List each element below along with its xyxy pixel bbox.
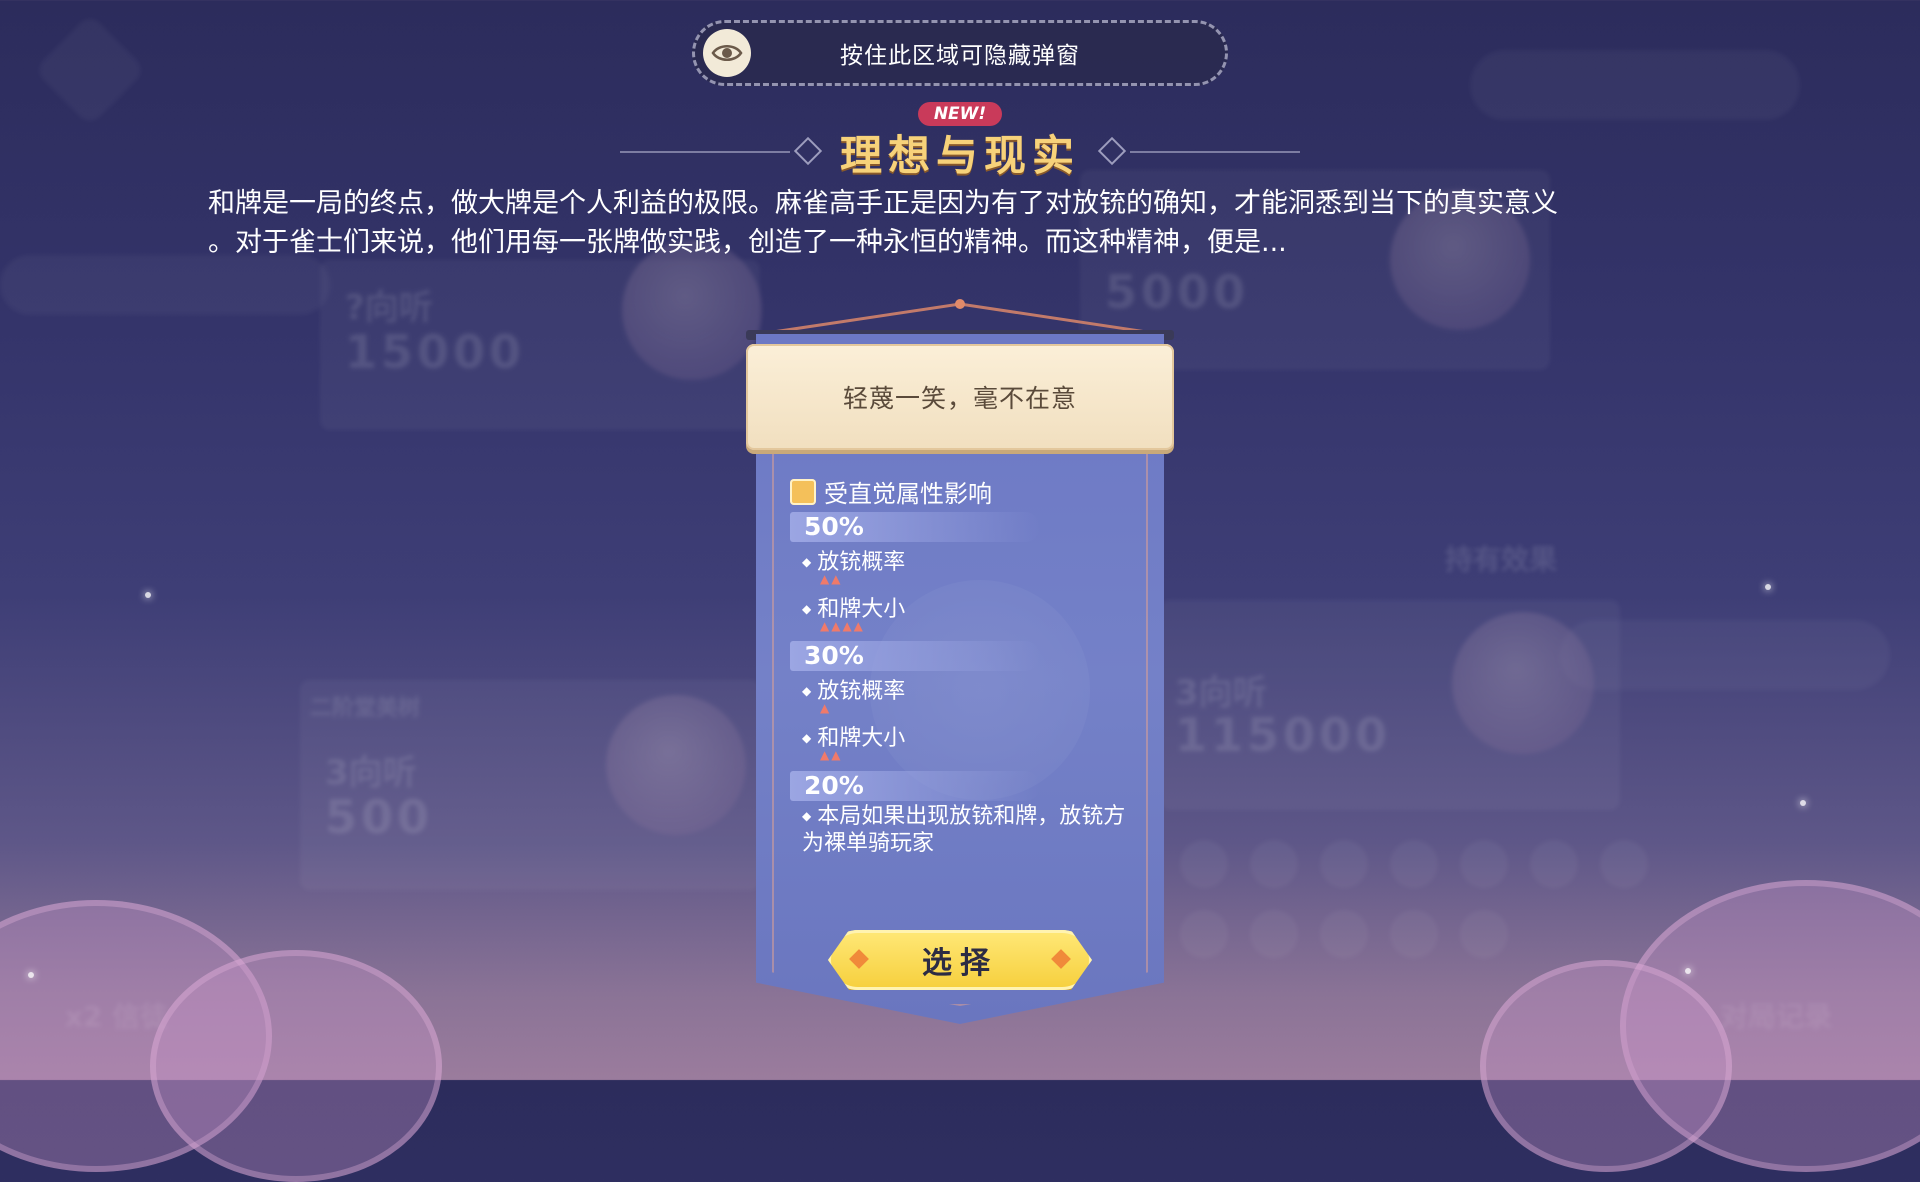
arrow-up-icon: ▲▲	[820, 748, 843, 762]
effect-label: 放铳概率	[802, 544, 905, 576]
bg-tile	[1390, 910, 1438, 958]
select-button[interactable]: 选择	[828, 930, 1092, 990]
description-line-2: 。对于雀士们来说，他们用每一张牌做实践，创造了一种永恒的精神。而这种精神，便是.…	[208, 227, 1287, 258]
bg-player-card-right-lower	[1160, 600, 1620, 810]
event-description: 和牌是一局的终点，做大牌是个人利益的极限。麻雀高手正是因为有了对放铳的确知，才能…	[208, 184, 1738, 262]
attribute-row: 受直觉属性影响	[790, 474, 992, 509]
scroll-icon	[790, 478, 816, 505]
option-title: 轻蔑一笑，毫不在意	[842, 384, 1077, 413]
bg-player-card-left	[320, 260, 760, 430]
effect-label: 本局如果出现放铳和牌，放铳方为裸单骑玩家	[802, 803, 1142, 857]
bg-tile	[1250, 840, 1298, 888]
bg-tile	[1180, 910, 1228, 958]
bg-player-name: 二阶堂美树	[310, 696, 421, 721]
bg-brush-stroke	[1470, 50, 1800, 120]
bg-score: 500	[325, 790, 434, 844]
bg-status: 3向听	[1175, 673, 1267, 713]
bg-tile	[1320, 840, 1368, 888]
tier-percent-bar: 30%	[790, 641, 1040, 671]
effect-label: 放铳概率	[802, 673, 905, 705]
bg-brush-stroke	[1560, 620, 1890, 690]
cloud-decoration	[150, 950, 442, 1182]
attribute-label: 受直觉属性影响	[824, 480, 992, 508]
arrow-up-icon: ▲▲▲▲	[820, 619, 865, 633]
bg-avatar	[606, 695, 746, 835]
bg-effects-dropdown: 持有效果	[1445, 543, 1558, 576]
eye-icon[interactable]	[703, 29, 751, 77]
hide-popup-label: 按住此区域可隐藏弹窗	[840, 43, 1080, 69]
bg-tile	[1180, 840, 1228, 888]
effect-label: 和牌大小	[802, 720, 905, 752]
cloud-decoration	[1480, 960, 1732, 1172]
bg-tile	[1460, 840, 1508, 888]
tier-percent-bar: 20%	[790, 771, 1040, 801]
diamond-icon	[1051, 949, 1071, 969]
diamond-icon	[849, 949, 869, 969]
bg-tile	[1250, 910, 1298, 958]
bg-player-card-left-lower	[300, 680, 760, 890]
arrow-up-icon: ▲▲	[820, 572, 843, 586]
sparkle	[28, 972, 34, 978]
sparkle	[1765, 584, 1771, 590]
tier-percent: 50%	[804, 512, 864, 541]
tier-percent-bar: 50%	[790, 512, 1040, 542]
arrow-up-icon: ▲	[820, 701, 832, 715]
select-button-label: 选择	[922, 946, 998, 981]
bg-tile	[1390, 840, 1438, 888]
sparkle	[145, 592, 151, 598]
title-divider-right	[1130, 151, 1300, 153]
bg-tile	[1460, 910, 1508, 958]
sparkle	[1800, 800, 1806, 806]
bg-score: 115000	[1175, 708, 1392, 762]
hide-popup-bar[interactable]: 按住此区域可隐藏弹窗	[692, 20, 1228, 86]
sparkle	[1685, 968, 1691, 974]
tier-percent: 20%	[804, 771, 864, 800]
bg-back-button	[33, 13, 146, 126]
bg-score: 15000	[345, 325, 526, 379]
bg-brush-stroke	[0, 255, 330, 315]
bg-avatar	[1452, 612, 1594, 754]
bg-tile	[1530, 840, 1578, 888]
description-line-1: 和牌是一局的终点，做大牌是个人利益的极限。麻雀高手正是因为有了对放铳的确知，才能…	[208, 188, 1558, 219]
option-title-scroll: 轻蔑一笑，毫不在意	[746, 344, 1174, 450]
tier-percent: 30%	[804, 641, 864, 670]
bg-status: ?向听	[345, 288, 433, 328]
bg-status: 3向听	[325, 753, 417, 793]
bg-tile	[1600, 840, 1648, 888]
bg-tile	[1320, 910, 1368, 958]
